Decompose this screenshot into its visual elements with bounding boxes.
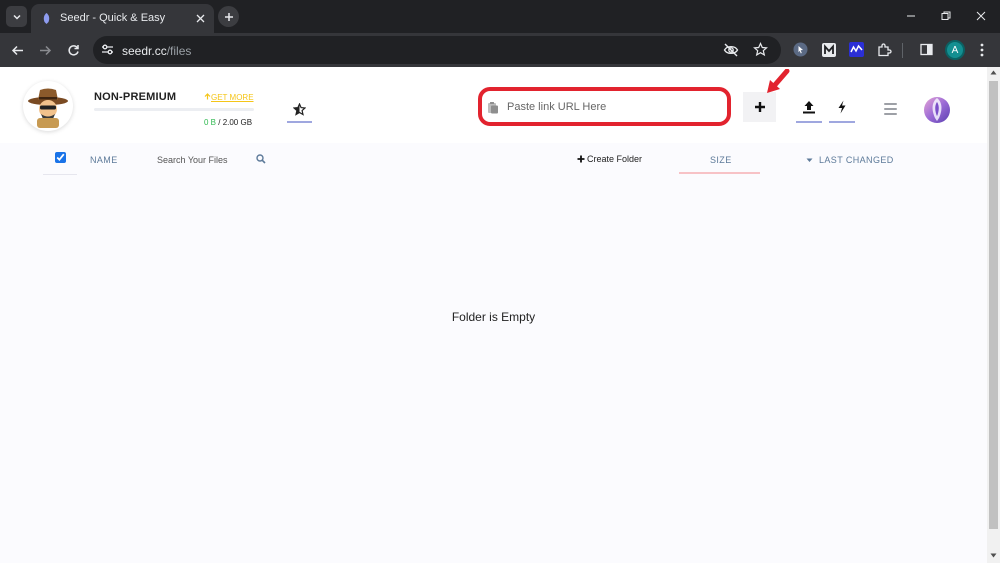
plus-icon — [754, 102, 765, 112]
select-all-checkbox[interactable] — [55, 152, 66, 163]
caret-down-icon — [806, 158, 813, 162]
name-column-header[interactable]: NAME — [90, 155, 118, 165]
seedr-favicon-icon — [43, 13, 50, 24]
url-host: seedr.cc — [122, 44, 167, 58]
wave-logo-icon — [849, 42, 864, 57]
side-panel-icon — [920, 43, 933, 56]
bookmark-star-icon[interactable] — [753, 42, 768, 57]
browser-tab-seedr[interactable]: Seedr - Quick & Easy — [31, 4, 214, 33]
magnet-link-box — [478, 87, 731, 126]
scrollbar-thumb[interactable] — [989, 81, 998, 529]
annotation-arrow-icon — [767, 69, 790, 93]
plus-icon — [224, 12, 233, 21]
browser-tab-strip: Seedr - Quick & Easy — [0, 0, 1000, 33]
user-avatar[interactable] — [23, 81, 73, 131]
upload-icon — [803, 101, 815, 114]
extension-m-button[interactable] — [820, 41, 837, 58]
restore-icon — [941, 11, 951, 20]
eye-off-icon[interactable] — [723, 42, 739, 58]
spy-mascot-icon — [28, 88, 68, 128]
browser-menu-button[interactable] — [973, 41, 990, 58]
empty-folder-text: Folder is Empty — [451, 310, 536, 324]
side-panel-button[interactable] — [918, 41, 935, 58]
storage-progress-bar — [94, 108, 254, 111]
extension-cursor-button[interactable] — [792, 41, 809, 58]
hamburger-line — [884, 113, 897, 115]
close-window-button[interactable] — [973, 8, 989, 24]
toolbar-divider — [902, 43, 903, 58]
tab-title: Seedr - Quick & Easy — [60, 12, 166, 24]
create-folder-label: Create Folder — [587, 154, 643, 164]
storage-used: 0 B — [204, 118, 217, 127]
chevron-down-icon — [12, 14, 21, 20]
profile-avatar[interactable]: A — [945, 40, 965, 60]
extension-wave-button[interactable] — [848, 41, 865, 58]
hamburger-menu-button[interactable] — [884, 103, 898, 115]
size-column-label: SIZE — [710, 155, 732, 165]
arrow-left-icon — [11, 45, 23, 55]
storage-total: 2.00 GB — [222, 118, 253, 127]
new-tab-button[interactable] — [218, 6, 239, 27]
reload-button[interactable] — [63, 40, 83, 60]
page-header: NON-PREMIUM GET MORE 0 B / 2.00 GB — [0, 67, 987, 143]
seedr-page: NON-PREMIUM GET MORE 0 B / 2.00 GB Paste… — [0, 67, 987, 563]
kebab-menu-icon — [980, 43, 983, 56]
cursor-icon — [793, 42, 808, 57]
storage-usage: 0 B / 2.00 GB — [204, 118, 252, 127]
size-column-header[interactable]: SIZE — [679, 147, 760, 174]
search-icon[interactable] — [256, 154, 266, 164]
plus-icon — [577, 155, 585, 163]
seedr-logo-icon[interactable] — [922, 94, 952, 124]
create-folder-button[interactable]: Create Folder — [577, 154, 642, 164]
arrow-up-icon — [204, 93, 211, 100]
lightning-icon — [838, 100, 846, 114]
file-list-header: NAME Create Folder SIZE LAST CHANGED — [0, 143, 987, 177]
extensions-button[interactable] — [876, 41, 893, 58]
address-bar[interactable]: seedr.cc/files — [93, 36, 781, 64]
browser-toolbar: seedr.cc/files — [0, 33, 1000, 67]
minimize-icon — [907, 15, 915, 17]
close-icon — [196, 14, 205, 23]
search-files-input[interactable] — [157, 152, 247, 167]
upload-button[interactable] — [796, 93, 822, 123]
star-half-icon — [293, 102, 306, 116]
scroll-down-arrow-icon[interactable] — [990, 553, 997, 558]
get-more-label: GET MORE — [211, 93, 254, 102]
get-more-link[interactable]: GET MORE — [204, 93, 254, 102]
arrow-right-icon — [39, 45, 51, 55]
select-all-cell — [43, 150, 77, 175]
scroll-up-arrow-icon[interactable] — [990, 70, 997, 75]
storage-separator: / — [216, 118, 223, 127]
instant-download-button[interactable] — [829, 93, 855, 123]
puzzle-icon — [878, 43, 892, 57]
empty-folder-message: Folder is Empty — [0, 310, 987, 324]
forward-button[interactable] — [35, 40, 55, 60]
last-changed-column-header[interactable]: LAST CHANGED — [806, 155, 894, 165]
paste-icon — [488, 102, 498, 114]
last-changed-label: LAST CHANGED — [819, 155, 894, 165]
add-torrent-button[interactable] — [743, 92, 776, 122]
address-url: seedr.cc/files — [122, 44, 191, 58]
close-icon — [976, 11, 986, 21]
reload-icon — [67, 44, 79, 56]
magnet-url-input[interactable] — [507, 98, 717, 116]
favorites-button[interactable] — [287, 97, 312, 123]
tab-search-button[interactable] — [6, 6, 27, 27]
hamburger-line — [884, 108, 897, 110]
minimize-button[interactable] — [903, 8, 919, 24]
m-logo-icon — [821, 42, 836, 57]
site-settings-icon[interactable] — [101, 43, 114, 56]
url-path: /files — [166, 44, 192, 58]
plan-label: NON-PREMIUM — [94, 91, 177, 103]
tab-close-button[interactable] — [193, 11, 208, 26]
hamburger-line — [884, 103, 897, 105]
back-button[interactable] — [7, 40, 27, 60]
page-scrollbar[interactable] — [987, 67, 1000, 563]
restore-button[interactable] — [938, 8, 954, 24]
